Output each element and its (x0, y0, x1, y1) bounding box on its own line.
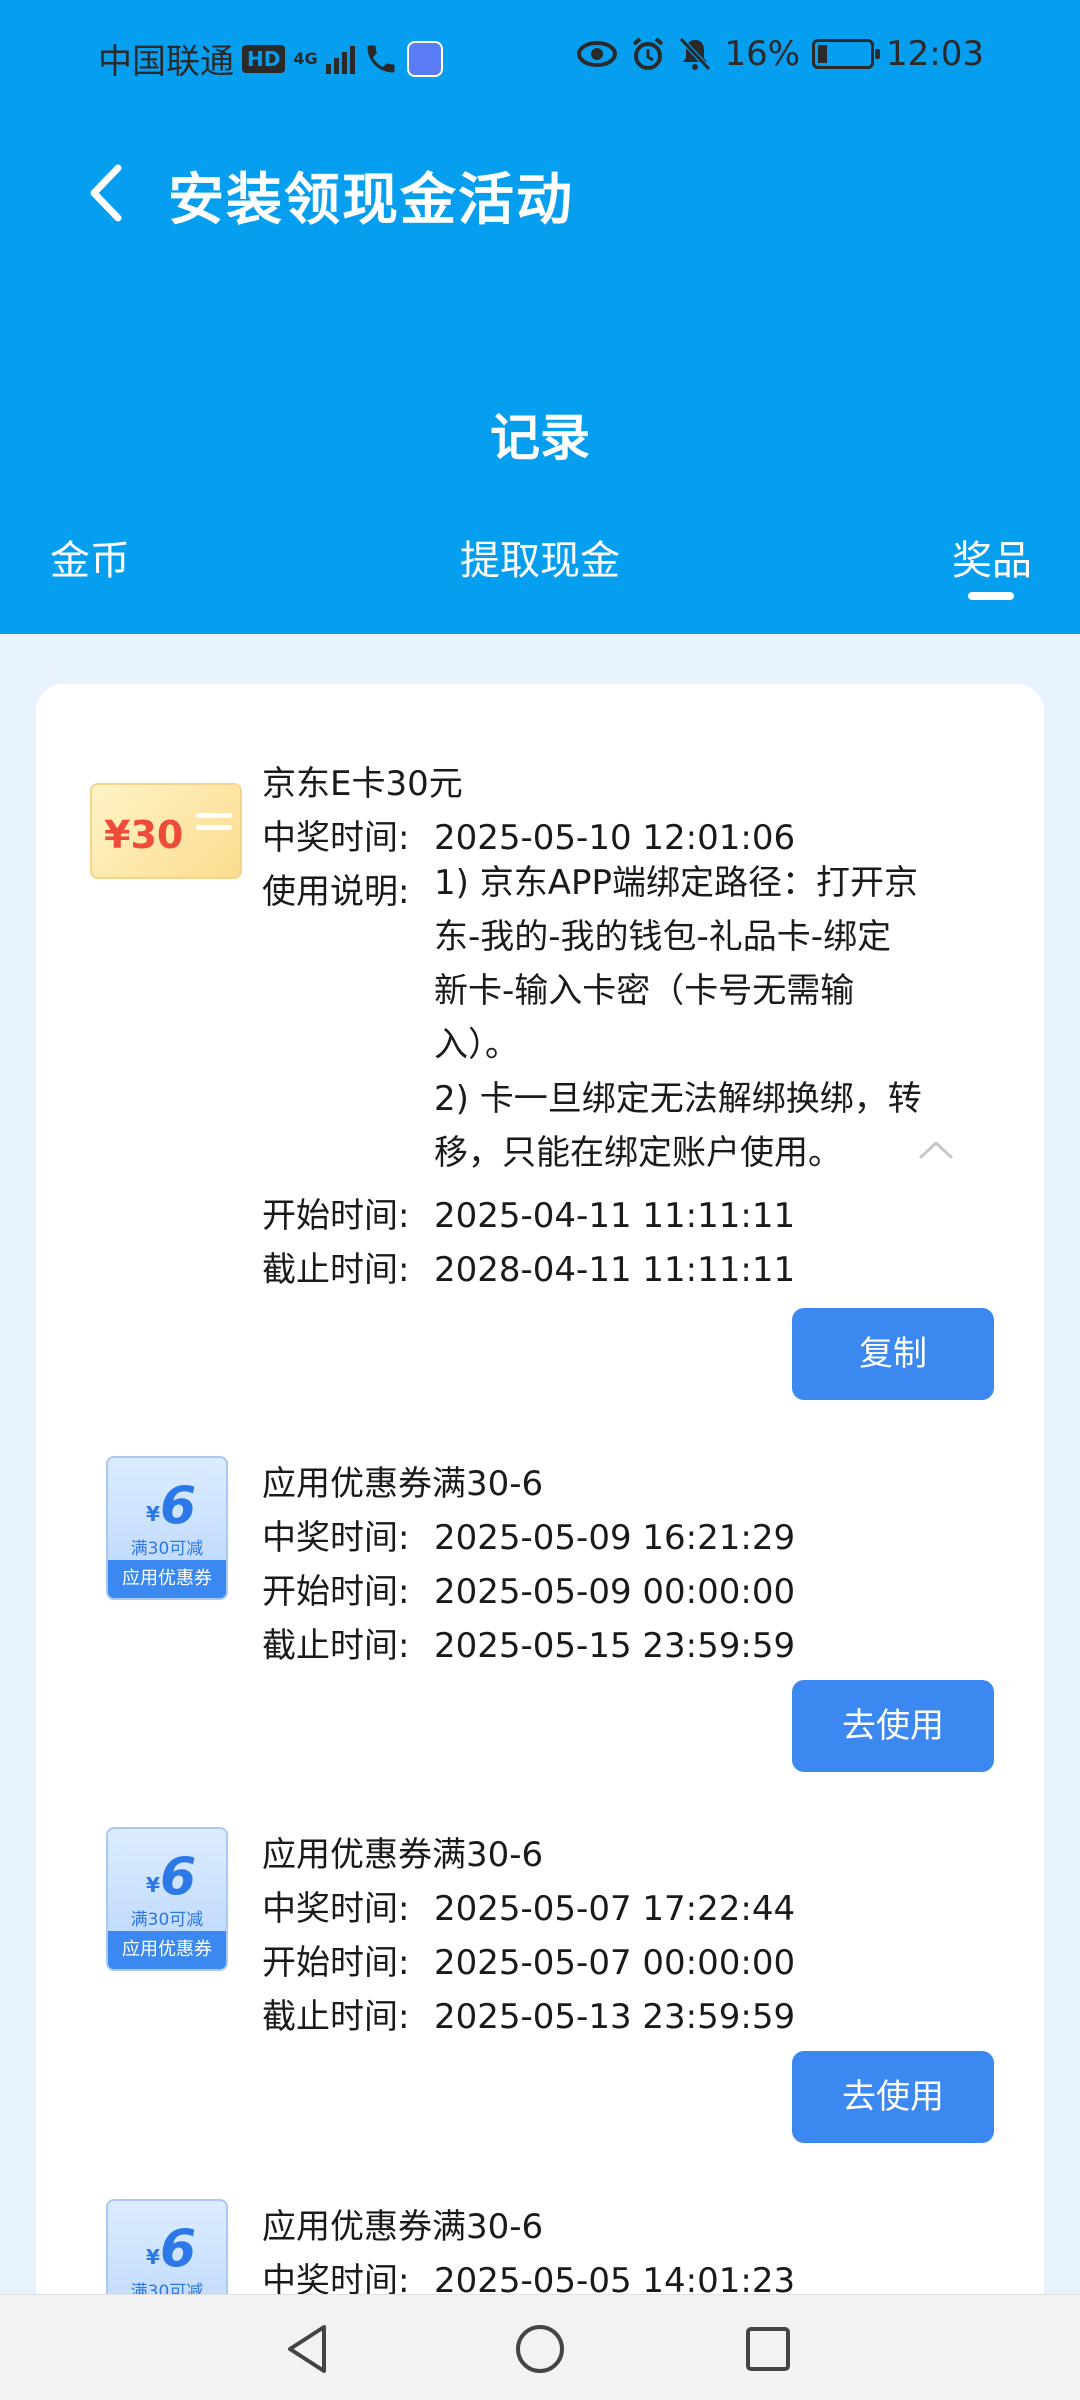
start-time-row: 开始时间: 2025-05-09 00:00:00 (262, 1564, 795, 1613)
prize-name: 应用优惠券满30-6 (262, 2207, 544, 2247)
coupon-yen: ¥ (146, 1502, 160, 1526)
coupon-image: ¥ 6 满30可减 应用优惠券 (106, 1827, 228, 1971)
use-coupon-button[interactable]: 去使用 (792, 2051, 994, 2143)
end-time-label: 截止时间: (262, 1997, 410, 2037)
usage-label: 使用说明: (262, 872, 410, 912)
coupon-image: ¥ 6 满30可减 应用优惠券 (106, 1456, 228, 1600)
alarm-icon (633, 37, 664, 70)
usage-line: 移，只能在绑定账户使用。 (434, 1133, 842, 1173)
win-time-row: 中奖时间: 2025-05-07 17:22:44 (262, 1881, 795, 1930)
start-time-row: 开始时间: 2025-04-11 11:11:11 (262, 1188, 795, 1237)
back-button[interactable] (80, 158, 140, 228)
win-time-value: 2025-05-10 12:01:06 (434, 818, 796, 858)
start-time-value: 2025-04-11 11:11:11 (434, 1196, 796, 1236)
battery-icon (812, 39, 881, 69)
coupon-yen: ¥ (146, 2245, 160, 2269)
coupon-amount: 6 (160, 2219, 197, 2279)
active-tab-indicator (968, 592, 1014, 600)
status-left: 中国联通 HD 4G (98, 34, 443, 83)
mute-bell-icon (679, 37, 712, 71)
end-time-label: 截止时间: (262, 1626, 410, 1666)
usage-line: 东-我的-我的钱包-礼品卡-绑定 (434, 917, 892, 957)
jd-card-image: ¥30 (90, 783, 242, 879)
chevron-left-icon (90, 164, 122, 222)
end-time-value: 2025-05-15 23:59:59 (434, 1626, 796, 1666)
prize-name: 应用优惠券满30-6 (262, 1464, 544, 1504)
win-time-value: 2025-05-07 17:22:44 (434, 1889, 796, 1929)
jd-card-amount: ¥30 (104, 813, 184, 857)
win-time-label: 中奖时间: (262, 818, 410, 858)
win-time-label: 中奖时间: (262, 1518, 410, 1558)
back-triangle-icon[interactable] (278, 2319, 338, 2379)
coupon-amount: 6 (160, 1476, 197, 1536)
use-coupon-button[interactable]: 去使用 (792, 1680, 994, 1772)
eye-icon (577, 41, 618, 67)
coupon-condition: 满30可减 (130, 1910, 204, 1930)
usage-line: 新卡-输入卡密（卡号无需输 (434, 971, 855, 1011)
status-right: 16% 12:03 (576, 34, 984, 74)
coupon-amount: 6 (160, 1847, 197, 1907)
call-icon (367, 45, 395, 72)
usage-line: 2) 卡一旦绑定无法解绑换绑，转 (434, 1079, 922, 1119)
tab-prizes[interactable]: 奖品 (952, 528, 1032, 586)
app-notification-icon (406, 40, 443, 77)
start-time-label: 开始时间: (262, 1572, 410, 1612)
network-type: 4G (293, 49, 318, 68)
recents-square-icon[interactable] (738, 2319, 798, 2379)
start-time-label: 开始时间: (262, 1196, 410, 1236)
start-time-value: 2025-05-09 00:00:00 (434, 1572, 796, 1612)
prize-list-card: ¥30 京东E卡30元 中奖时间: 2025-05-10 12:01:06 使用说… (36, 684, 1044, 2400)
win-time-label: 中奖时间: (262, 1889, 410, 1929)
coupon-condition: 满30可减 (130, 1539, 204, 1559)
end-time-value: 2025-05-13 23:59:59 (434, 1997, 796, 2037)
collapse-chevron-up-icon[interactable] (916, 1138, 956, 1162)
tab-bar: 金币 提取现金 奖品 (0, 528, 1080, 608)
coupon-caption: 应用优惠券 (108, 1931, 226, 1969)
clock-time: 12:03 (886, 34, 984, 74)
usage-line: 1) 京东APP端绑定路径：打开京 (434, 863, 918, 903)
app-screen: 中国联通 HD 4G 16% 12:03 安装领现金活动 记录 金币 提取现金 … (0, 0, 1080, 2400)
usage-label-row: 使用说明: (262, 864, 434, 913)
win-time-value: 2025-05-09 16:21:29 (434, 1518, 796, 1558)
end-time-row: 截止时间: 2025-05-13 23:59:59 (262, 1989, 795, 2038)
win-time-row: 中奖时间: 2025-05-09 16:21:29 (262, 1510, 795, 1559)
usage-line: 入）。 (434, 1025, 519, 1065)
usage-description: 1) 京东APP端绑定路径：打开京 东-我的-我的钱包-礼品卡-绑定 新卡-输入… (434, 856, 994, 1180)
end-time-label: 截止时间: (262, 1250, 410, 1290)
prize-name: 京东E卡30元 (262, 764, 463, 804)
start-time-label: 开始时间: (262, 1943, 410, 1983)
end-time-row: 截止时间: 2028-04-11 11:11:11 (262, 1242, 795, 1291)
battery-percent: 16% (724, 34, 801, 74)
prize-name: 应用优惠券满30-6 (262, 1835, 544, 1875)
page-title: 安装领现金活动 (168, 168, 574, 233)
start-time-value: 2025-05-07 00:00:00 (434, 1943, 796, 1983)
tab-withdraw-cash[interactable]: 提取现金 (460, 528, 620, 586)
home-circle-icon[interactable] (510, 2319, 570, 2379)
hd-badge: HD (242, 44, 286, 73)
coupon-yen: ¥ (146, 1873, 160, 1897)
end-time-value: 2028-04-11 11:11:11 (434, 1250, 796, 1290)
copy-button[interactable]: 复制 (792, 1308, 994, 1400)
carrier-label: 中国联通 (98, 42, 234, 82)
system-nav-bar (0, 2294, 1080, 2400)
status-bar: 中国联通 HD 4G 16% 12:03 (0, 0, 1080, 110)
header: 中国联通 HD 4G 16% 12:03 安装领现金活动 记录 金币 提取现金 … (0, 0, 1080, 634)
end-time-row: 截止时间: 2025-05-15 23:59:59 (262, 1618, 795, 1667)
start-time-row: 开始时间: 2025-05-07 00:00:00 (262, 1935, 795, 1984)
win-time-row: 中奖时间: 2025-05-10 12:01:06 (262, 810, 795, 859)
tab-coins[interactable]: 金币 (50, 528, 130, 586)
signal-icon (325, 44, 355, 74)
coupon-caption: 应用优惠券 (108, 1560, 226, 1598)
section-title: 记录 (490, 409, 590, 467)
